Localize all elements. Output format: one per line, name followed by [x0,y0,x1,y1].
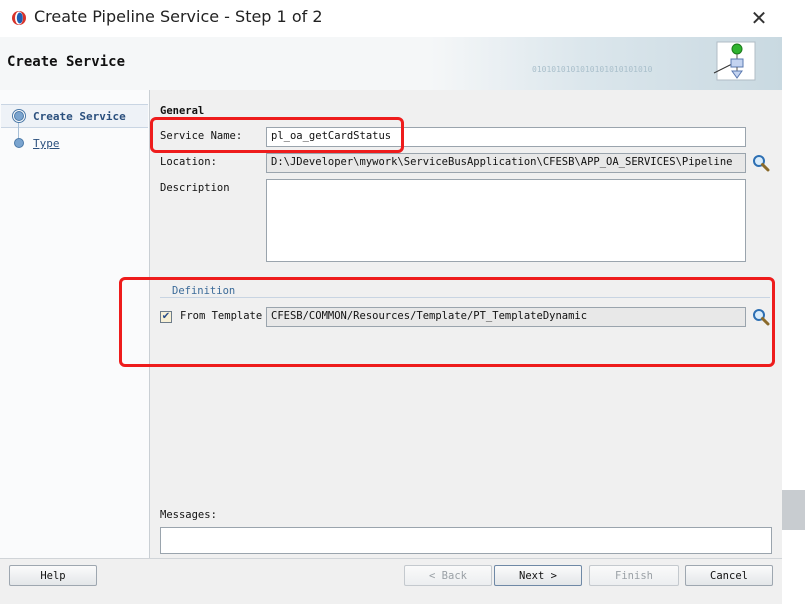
messages-area [160,527,772,554]
messages-label: Messages: [160,509,217,521]
location-input[interactable]: D:\JDeveloper\mywork\ServiceBusApplicati… [266,153,746,173]
nav-step-dot-icon [14,138,24,148]
header-decoration-text: 0101010101010101010101010 [532,65,653,74]
help-button[interactable]: Help [9,565,97,586]
cancel-button[interactable]: Cancel [685,565,773,586]
window-title: Create Pipeline Service - Step 1 of 2 [34,7,323,26]
location-label: Location: [160,156,217,168]
description-textarea[interactable] [266,179,746,262]
finish-button[interactable]: Finish [589,565,679,586]
wizard-header-title: Create Service [7,54,126,70]
nav-step-dot-icon [14,111,24,121]
oracle-logo-icon [12,11,26,25]
description-label: Description [160,182,230,194]
magnifier-icon[interactable] [752,154,770,172]
annotation-highlight-service-name [150,117,404,153]
close-button[interactable]: ✕ [742,2,776,34]
wizard-flow-icon [713,41,756,81]
back-button[interactable]: < Back [404,565,492,586]
annotation-highlight-definition [119,277,775,367]
window-title-bar: Create Pipeline Service - Step 1 of 2 ✕ [0,0,805,37]
nav-item-type[interactable]: Type [33,137,60,150]
general-section-label: General [160,105,205,117]
wizard-header: Create Service 0101010101010101010101010 [0,37,782,91]
nav-item-create-service[interactable]: Create Service [33,110,126,123]
next-button[interactable]: Next > [494,565,582,586]
background-window-strip [782,490,805,530]
